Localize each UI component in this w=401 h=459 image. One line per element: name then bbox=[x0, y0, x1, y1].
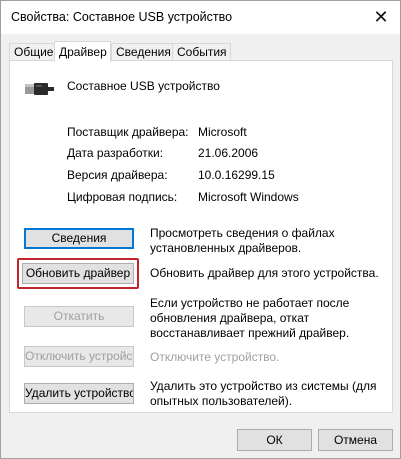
ok-button[interactable]: ОК bbox=[237, 429, 312, 451]
window-title: Свойства: Составное USB устройство bbox=[11, 10, 233, 24]
date-value: 21.06.2006 bbox=[198, 146, 259, 160]
close-icon[interactable]: ✕ bbox=[368, 5, 394, 29]
uninstall-device-button[interactable]: Удалить устройство bbox=[24, 383, 134, 404]
title-bar: Свойства: Составное USB устройство ✕ bbox=[1, 1, 400, 34]
usb-plug-icon bbox=[25, 83, 54, 95]
driver-panel: Составное USB устройство Поставщик драйв… bbox=[9, 60, 393, 413]
update-desc: Обновить драйвер для этого устройства. bbox=[150, 266, 379, 280]
date-label: Дата разработки: bbox=[67, 146, 164, 160]
tab-details[interactable]: Сведения bbox=[111, 43, 173, 61]
tab-events[interactable]: События bbox=[172, 43, 231, 61]
version-label: Версия драйвера: bbox=[67, 168, 168, 182]
rollback-button[interactable]: Откатить bbox=[24, 306, 134, 327]
signature-label: Цифровая подпись: bbox=[67, 190, 178, 204]
tab-general[interactable]: Общие bbox=[9, 43, 57, 61]
uninstall-desc: Удалить это устройство из системы (для о… bbox=[150, 379, 377, 408]
properties-window: Свойства: Составное USB устройство ✕ Общ… bbox=[0, 0, 401, 459]
device-name: Составное USB устройство bbox=[67, 79, 220, 93]
disable-desc: Отключите устройство. bbox=[150, 350, 280, 364]
tab-driver[interactable]: Драйвер bbox=[54, 41, 111, 62]
provider-value: Microsoft bbox=[198, 125, 247, 139]
rollback-desc: Если устройство не работает после обновл… bbox=[150, 296, 350, 340]
disable-device-button[interactable]: Отключить устройство bbox=[24, 346, 134, 367]
version-value: 10.0.16299.15 bbox=[198, 168, 275, 182]
cancel-button[interactable]: Отмена bbox=[318, 429, 393, 451]
provider-label: Поставщик драйвера: bbox=[67, 125, 189, 139]
signature-value: Microsoft Windows bbox=[198, 190, 299, 204]
details-desc: Просмотреть сведения о файлах установлен… bbox=[150, 226, 335, 255]
update-driver-button[interactable]: Обновить драйвер bbox=[22, 263, 134, 284]
details-button[interactable]: Сведения bbox=[24, 228, 134, 249]
